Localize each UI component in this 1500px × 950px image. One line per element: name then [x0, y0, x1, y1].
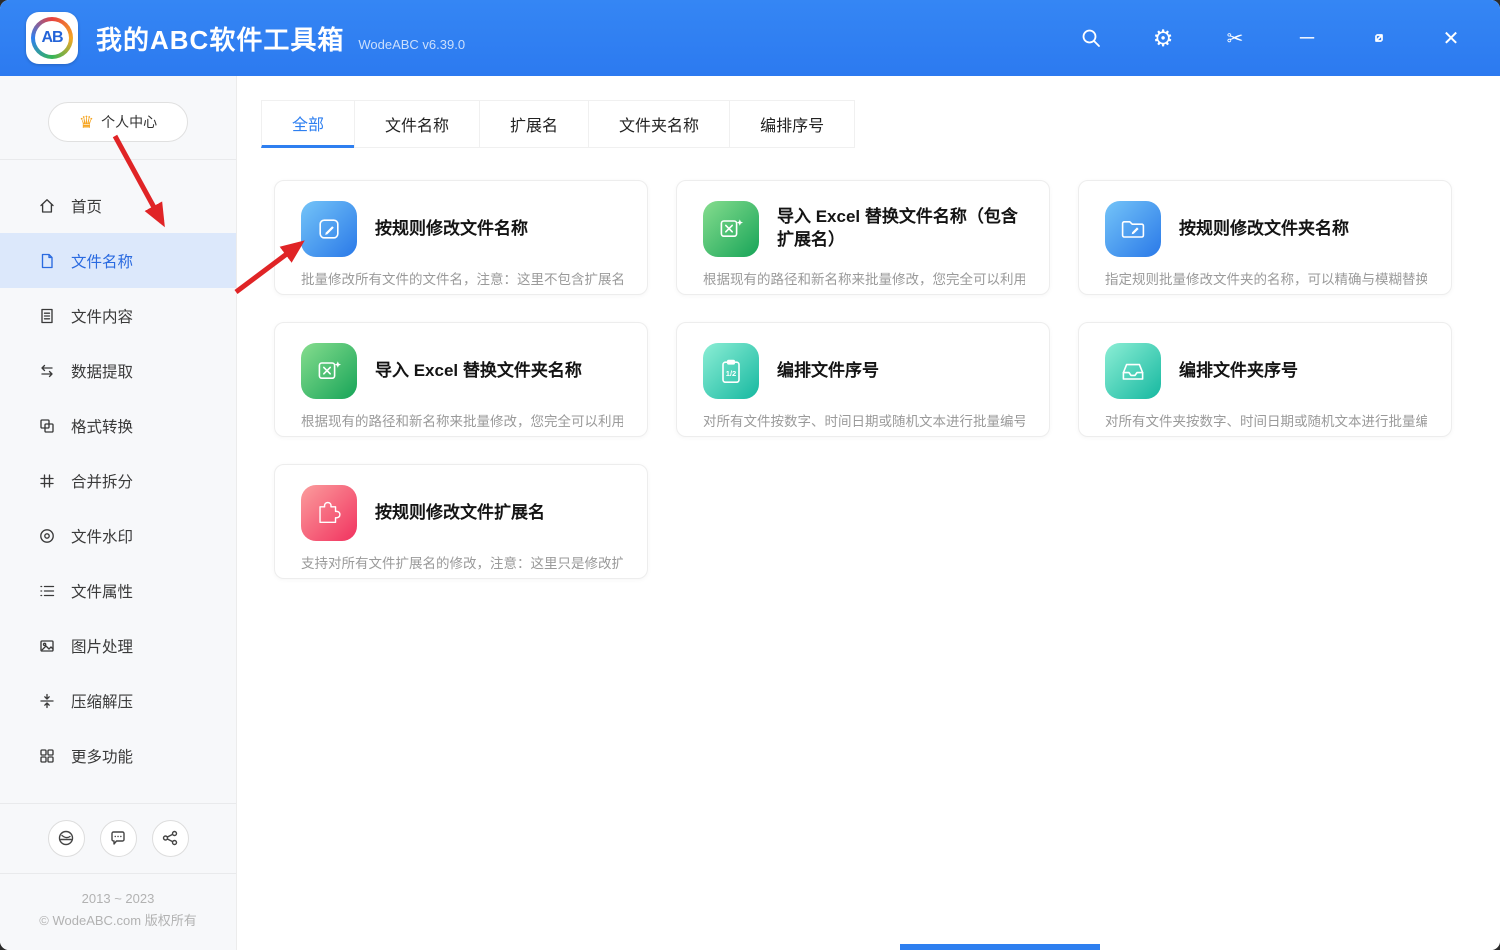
list-icon [38, 582, 56, 600]
card-excel-replace-folder-names[interactable]: 导入 Excel 替换文件夹名称 根据现有的路径和新名称来批量修改，您完全可以利… [274, 322, 648, 437]
app-window: AB 我的ABC软件工具箱 WodeABC v6.39.0 ⚙ ✂ ─ ✕ ♛ … [0, 0, 1500, 950]
folder-edit-icon [1105, 201, 1161, 257]
app-logo-ring: AB [31, 17, 73, 59]
card-desc: 对所有文件按数字、时间日期或随机文本进行批量编号 [703, 410, 1025, 430]
sidebar-item-file-content[interactable]: 文件内容 [0, 288, 236, 343]
feature-card-grid: 按规则修改文件名称 批量修改所有文件的文件名，注意：这里不包含扩展名 导入 Ex… [274, 180, 1464, 579]
card-desc: 根据现有的路径和新名称来批量修改，您完全可以利用 [301, 410, 623, 430]
card-title: 导入 Excel 替换文件名称（包含扩展名） [777, 206, 1025, 252]
card-change-extensions[interactable]: 按规则修改文件扩展名 支持对所有文件扩展名的修改，注意：这里只是修改扩 [274, 464, 648, 579]
card-desc: 根据现有的路径和新名称来批量修改，您完全可以利用 [703, 268, 1025, 288]
compress-arrows-icon [38, 692, 56, 710]
file-icon [38, 252, 56, 270]
overlap-squares-icon [38, 417, 56, 435]
close-icon[interactable]: ✕ [1440, 27, 1462, 49]
browser-icon[interactable] [48, 820, 85, 857]
app-title: 我的ABC软件工具箱 [96, 20, 344, 57]
sidebar-item-home[interactable]: 首页 [0, 178, 236, 233]
card-number-files[interactable]: 1/2 编排文件序号 对所有文件按数字、时间日期或随机文本进行批量编号 [676, 322, 1050, 437]
image-icon [38, 637, 56, 655]
card-rename-folders[interactable]: 按规则修改文件夹名称 指定规则批量修改文件夹的名称，可以精确与模糊替换 [1078, 180, 1452, 295]
copyright-owner: © WodeABC.com 版权所有 [0, 910, 236, 932]
crown-icon: ♛ [79, 114, 94, 131]
sidebar-item-more-features[interactable]: 更多功能 [0, 728, 236, 783]
card-number-folders[interactable]: 编排文件夹序号 对所有文件夹按数字、时间日期或随机文本进行批量编 [1078, 322, 1452, 437]
category-tabs: 全部 文件名称 扩展名 文件夹名称 编排序号 [262, 100, 1500, 148]
file-lines-icon [38, 307, 56, 325]
watermark-circle-icon [38, 527, 56, 545]
minimize-icon[interactable]: ─ [1296, 27, 1318, 49]
sidebar-bottom: 2013 ~ 2023 © WodeABC.com 版权所有 [0, 803, 236, 950]
card-desc: 支持对所有文件扩展名的修改，注意：这里只是修改扩 [301, 552, 623, 572]
excel-sparkle-icon [301, 343, 357, 399]
home-icon [38, 197, 56, 215]
card-desc: 指定规则批量修改文件夹的名称，可以精确与模糊替换 [1105, 268, 1427, 288]
settings-gear-icon[interactable]: ⚙ [1152, 27, 1174, 49]
resize-icon[interactable] [1368, 27, 1390, 49]
card-excel-replace-file-names[interactable]: 导入 Excel 替换文件名称（包含扩展名） 根据现有的路径和新名称来批量修改，… [676, 180, 1050, 295]
card-desc: 对所有文件夹按数字、时间日期或随机文本进行批量编 [1105, 410, 1427, 430]
card-title: 按规则修改文件名称 [375, 218, 528, 241]
sidebar-menu: 首页 文件名称 文件内容 数据提取 格式转换 合并拆分 [0, 178, 236, 783]
card-desc: 批量修改所有文件的文件名，注意：这里不包含扩展名 [301, 268, 623, 288]
hash-icon [38, 472, 56, 490]
tab-extension[interactable]: 扩展名 [479, 100, 589, 148]
sidebar-item-image-process[interactable]: 图片处理 [0, 618, 236, 673]
svg-text:1/2: 1/2 [726, 369, 737, 378]
personal-center-button[interactable]: ♛ 个人中心 [48, 102, 188, 142]
tab-all[interactable]: 全部 [261, 100, 355, 148]
sidebar-item-watermark[interactable]: 文件水印 [0, 508, 236, 563]
sidebar-item-file-name[interactable]: 文件名称 [0, 233, 236, 288]
bottom-blue-strip [900, 944, 1100, 950]
clipboard-number-icon: 1/2 [703, 343, 759, 399]
tab-folder-name[interactable]: 文件夹名称 [588, 100, 730, 148]
app-logo: AB [26, 12, 78, 64]
card-title: 按规则修改文件夹名称 [1179, 218, 1349, 241]
titlebar: AB 我的ABC软件工具箱 WodeABC v6.39.0 ⚙ ✂ ─ ✕ [0, 0, 1500, 76]
card-rename-files[interactable]: 按规则修改文件名称 批量修改所有文件的文件名，注意：这里不包含扩展名 [274, 180, 648, 295]
sidebar-item-compress[interactable]: 压缩解压 [0, 673, 236, 728]
excel-sparkle-icon [703, 201, 759, 257]
search-icon[interactable] [1080, 27, 1102, 49]
swap-arrows-icon [38, 362, 56, 380]
card-title: 按规则修改文件扩展名 [375, 502, 545, 525]
tab-serial-number[interactable]: 编排序号 [729, 100, 855, 148]
grid-icon [38, 747, 56, 765]
tab-file-name[interactable]: 文件名称 [354, 100, 480, 148]
share-network-icon[interactable] [152, 820, 189, 857]
card-title: 导入 Excel 替换文件夹名称 [375, 360, 582, 383]
personal-center-label: 个人中心 [101, 112, 157, 132]
sidebar-item-data-extract[interactable]: 数据提取 [0, 343, 236, 398]
scissors-icon[interactable]: ✂ [1224, 27, 1246, 49]
puzzle-icon [301, 485, 357, 541]
copyright-years: 2013 ~ 2023 [0, 888, 236, 910]
sidebar-item-merge-split[interactable]: 合并拆分 [0, 453, 236, 508]
card-title: 编排文件序号 [777, 360, 879, 383]
sidebar-divider [0, 159, 236, 160]
main-content: 全部 文件名称 扩展名 文件夹名称 编排序号 按规则修改文件名称 批量修改所有文… [238, 76, 1500, 950]
inbox-tray-icon [1105, 343, 1161, 399]
card-title: 编排文件夹序号 [1179, 360, 1298, 383]
sidebar-item-format-convert[interactable]: 格式转换 [0, 398, 236, 453]
sidebar: ♛ 个人中心 首页 文件名称 文件内容 数据提取 格式转换 [0, 76, 237, 950]
copyright: 2013 ~ 2023 © WodeABC.com 版权所有 [0, 873, 236, 950]
chat-bubble-icon[interactable] [100, 820, 137, 857]
app-version: WodeABC v6.39.0 [358, 37, 465, 52]
app-logo-text: AB [35, 21, 69, 55]
edit-pencil-icon [301, 201, 357, 257]
sidebar-item-file-props[interactable]: 文件属性 [0, 563, 236, 618]
